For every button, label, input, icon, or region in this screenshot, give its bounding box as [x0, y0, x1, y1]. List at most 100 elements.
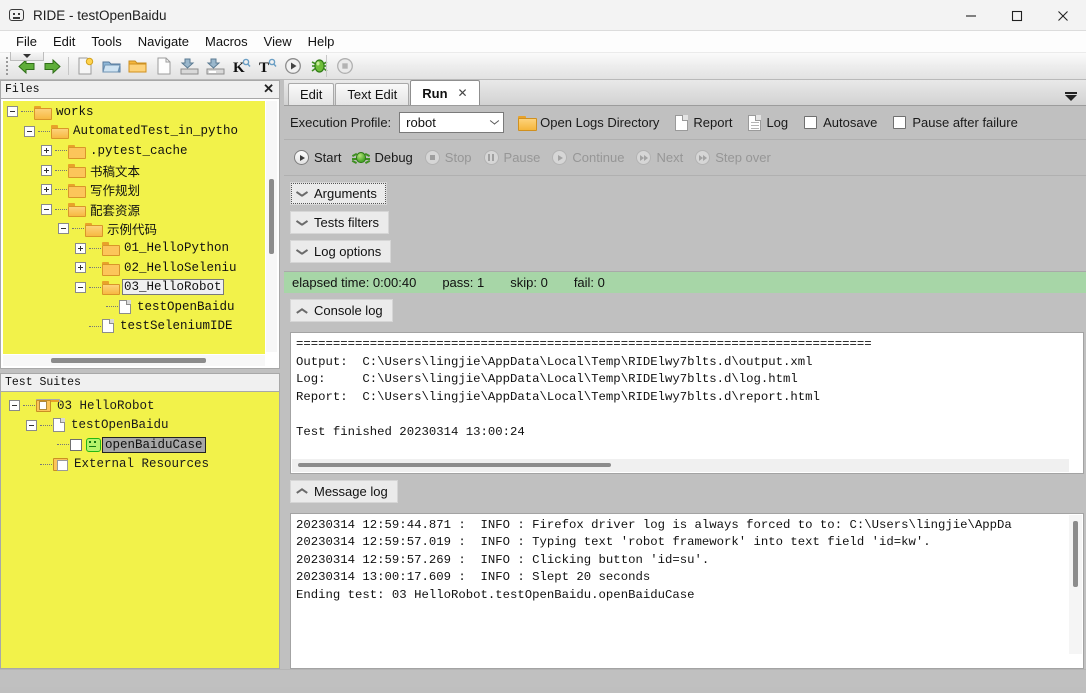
tree-row[interactable]: 配套资源 [3, 200, 265, 220]
expand-icon[interactable] [41, 145, 52, 157]
tree-connector [55, 150, 67, 152]
open-logs-directory-button[interactable]: Open Logs Directory [518, 115, 659, 131]
message-log-output[interactable]: 20230314 12:59:44.871 : INFO : Firefox d… [290, 512, 1084, 669]
tab-text-edit[interactable]: Text Edit [335, 83, 410, 105]
collapse-icon[interactable] [58, 223, 69, 235]
menu-file[interactable]: File [8, 32, 45, 51]
tree-row[interactable]: works [3, 102, 265, 122]
tree-item-label: 03_HelloRobot [122, 279, 224, 296]
stop-button[interactable]: Stop [424, 150, 472, 165]
tests-filters-section-toggle[interactable]: Tests filters [290, 211, 390, 234]
collapse-icon[interactable] [75, 281, 86, 293]
tab-text-edit-label: Text Edit [347, 87, 398, 102]
collapse-icon[interactable] [41, 203, 52, 215]
execution-profile-select[interactable]: robot [399, 112, 505, 133]
chevron-down-icon[interactable] [1065, 92, 1077, 101]
tree-row[interactable]: 03 HelloRobot [1, 396, 279, 416]
tree-row[interactable]: 书稿文本 [3, 161, 265, 181]
menu-macros[interactable]: Macros [197, 32, 256, 51]
tree-row[interactable]: testOpenBaidu [1, 416, 279, 436]
tree-row[interactable]: 03_HelloRobot [3, 278, 265, 298]
report-button[interactable]: Report [675, 114, 732, 131]
collapse-icon[interactable] [24, 125, 35, 137]
pause-button[interactable]: Pause [483, 150, 540, 165]
run-sections: Arguments Tests filters Log options [284, 176, 1086, 269]
run-icon[interactable] [280, 54, 306, 78]
menu-help[interactable]: Help [300, 32, 343, 51]
open-folder-icon[interactable] [124, 54, 150, 78]
log-options-label: Log options [314, 244, 382, 259]
stop-icon[interactable] [332, 54, 358, 78]
tree-item-label: 配套资源 [90, 204, 141, 219]
files-tree-horizontal-scrollbar[interactable] [3, 355, 265, 366]
tab-edit[interactable]: Edit [288, 83, 335, 105]
menu-tools[interactable]: Tools [83, 32, 129, 51]
tree-row[interactable]: .pytest_cache [3, 141, 265, 161]
tab-close-icon[interactable]: ✕ [458, 86, 468, 100]
continue-button[interactable]: Continue [552, 150, 624, 165]
expand-icon[interactable] [75, 262, 86, 274]
tree-row[interactable]: testOpenBaidu [3, 297, 265, 317]
right-column: Edit Text Edit Run ✕ Execution Profile: … [284, 80, 1086, 669]
tree-row[interactable]: openBaiduCase [1, 435, 279, 455]
console-log-output[interactable]: ========================================… [290, 332, 1084, 474]
new-project-icon[interactable] [72, 54, 98, 78]
suite-folder-icon [36, 399, 60, 413]
step-over-button[interactable]: Step over [695, 150, 771, 165]
tree-row[interactable]: 示例代码 [3, 219, 265, 239]
expand-icon[interactable] [41, 164, 52, 176]
open-directory-icon[interactable] [98, 54, 124, 78]
files-tree[interactable]: works AutomatedTest_in_pytho .pytest_cache… [3, 101, 265, 354]
message-log-text: 20230314 12:59:44.871 : INFO : Firefox d… [296, 517, 1012, 602]
tab-run[interactable]: Run ✕ [410, 80, 480, 105]
collapse-icon[interactable] [26, 419, 37, 431]
debug-button[interactable]: Debug [352, 150, 413, 165]
close-button[interactable] [1040, 0, 1086, 31]
save-all-icon[interactable] [202, 54, 228, 78]
toolbar-drag-handle[interactable] [10, 52, 44, 61]
minimize-button[interactable] [948, 0, 994, 31]
files-tree-container: works AutomatedTest_in_pytho .pytest_cache… [0, 98, 280, 369]
menu-edit[interactable]: Edit [45, 32, 83, 51]
message-log-vertical-scrollbar[interactable] [1069, 514, 1082, 654]
console-log-toggle[interactable]: Console log [290, 299, 393, 322]
pause-after-failure-checkbox[interactable]: Pause after failure [893, 115, 1018, 130]
test-checkbox[interactable] [70, 438, 82, 451]
console-log-horizontal-scrollbar[interactable] [292, 458, 1069, 472]
next-button[interactable]: Next [636, 150, 683, 165]
autosave-checkbox[interactable]: Autosave [804, 115, 877, 130]
tree-row[interactable]: AutomatedTest_in_pytho [3, 122, 265, 142]
debug-icon[interactable] [306, 54, 332, 78]
tree-row[interactable]: 写作规划 [3, 180, 265, 200]
pause-after-failure-label: Pause after failure [912, 115, 1018, 130]
stop-circle-icon [424, 150, 440, 165]
close-icon[interactable]: ✕ [263, 82, 274, 95]
save-icon[interactable] [176, 54, 202, 78]
tree-item-label: openBaiduCase [102, 436, 206, 453]
log-options-section-toggle[interactable]: Log options [290, 240, 392, 263]
search-keyword-icon[interactable]: K [228, 54, 254, 78]
menu-view[interactable]: View [256, 32, 300, 51]
search-tests-icon[interactable]: T [254, 54, 280, 78]
tree-row[interactable]: 01_HelloPython [3, 239, 265, 259]
expand-icon[interactable] [75, 242, 86, 254]
robot-face-icon [9, 7, 25, 23]
collapse-icon[interactable] [9, 400, 20, 412]
tree-row[interactable]: 02_HelloSeleniu [3, 258, 265, 278]
start-button[interactable]: Start [294, 150, 341, 165]
test-suites-header: Test Suites [0, 373, 280, 391]
test-suites-tree[interactable]: 03 HelloRobot testOpenBaidu openBaiduCase E… [0, 391, 280, 669]
message-log-toggle[interactable]: Message log [290, 479, 398, 503]
collapse-icon[interactable] [7, 106, 18, 118]
new-file-icon[interactable] [150, 54, 176, 78]
tree-row[interactable]: testSeleniumIDE [3, 317, 265, 337]
expand-icon[interactable] [41, 184, 52, 196]
log-button[interactable]: Log [748, 114, 788, 131]
maximize-button[interactable] [994, 0, 1040, 31]
files-tree-vertical-scrollbar[interactable] [266, 101, 277, 352]
arguments-section-toggle[interactable]: Arguments [290, 182, 387, 205]
menu-navigate[interactable]: Navigate [130, 32, 197, 51]
tree-row[interactable]: External Resources [1, 455, 279, 475]
